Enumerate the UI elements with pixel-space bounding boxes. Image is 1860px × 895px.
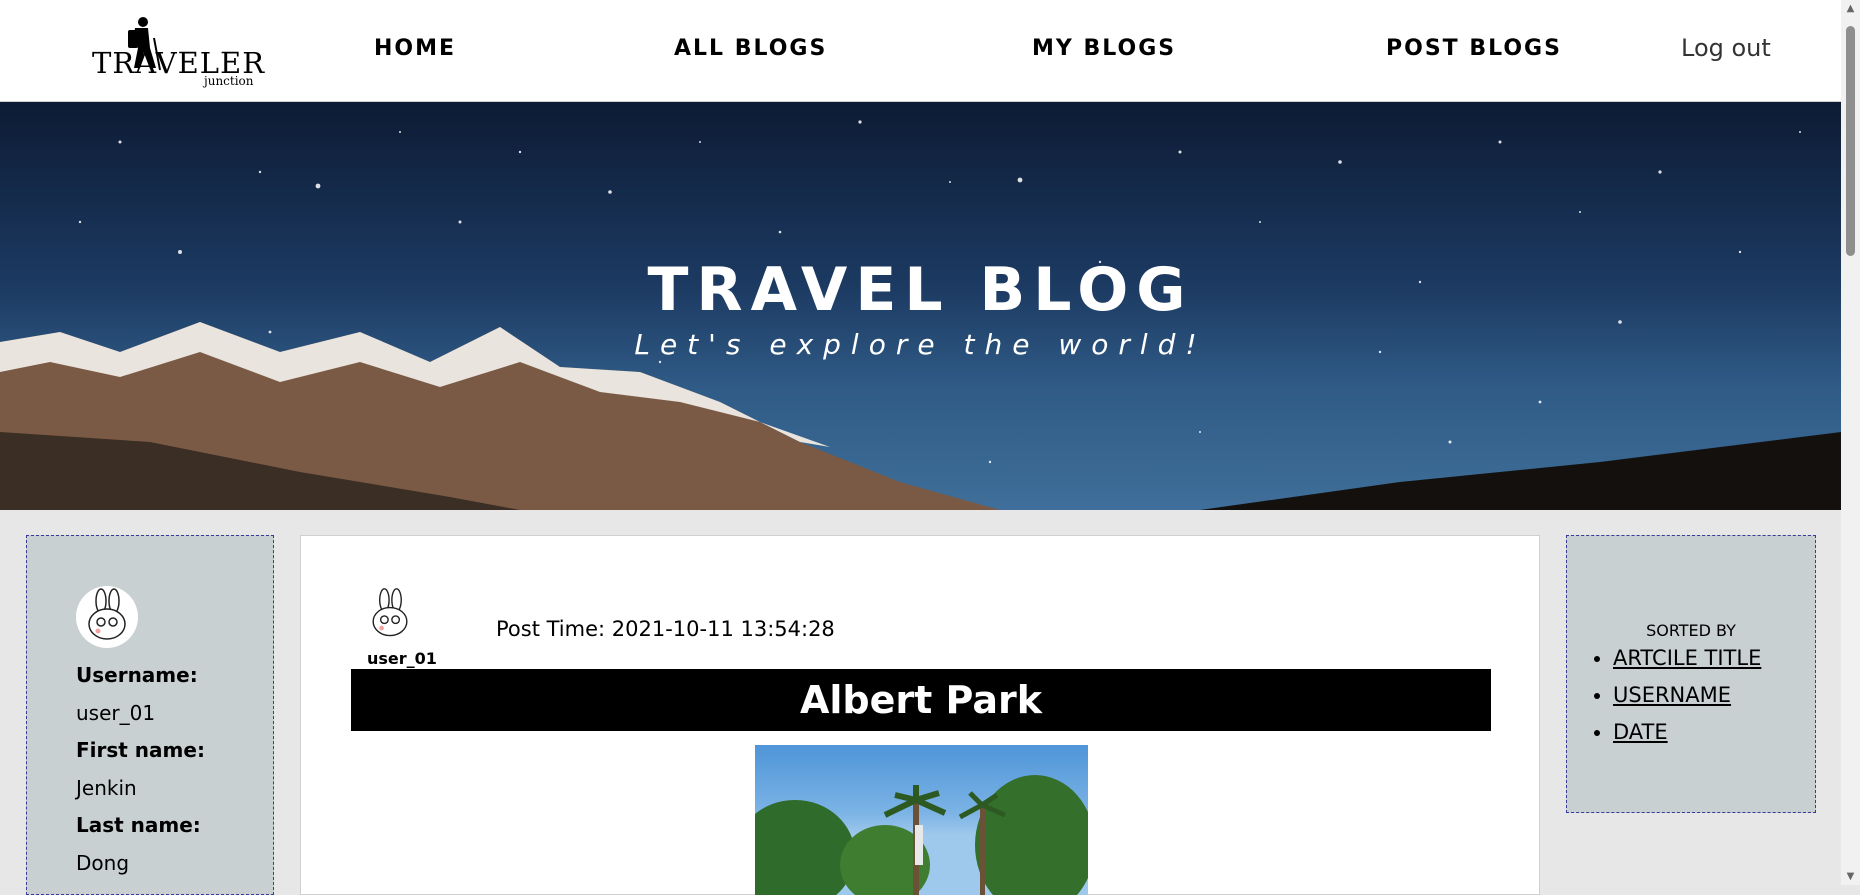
sort-option-username: USERNAME <box>1613 683 1761 707</box>
scroll-thumb[interactable] <box>1846 26 1855 256</box>
post-title[interactable]: Albert Park <box>351 669 1491 731</box>
nav-all-blogs[interactable]: ALL BLOGS <box>674 36 827 61</box>
username-value: user_01 <box>76 701 156 725</box>
top-navbar: TRAVELER junction HOME ALL BLOGS MY BLOG… <box>0 0 1841 102</box>
hero-banner: TRAVEL BLOG Let's explore the world! <box>0 102 1841 510</box>
bunny-avatar-icon <box>76 586 138 648</box>
logout-link[interactable]: Log out <box>1681 34 1771 62</box>
post-author[interactable]: user_01 <box>367 649 437 668</box>
sort-options-list: ARTCILE TITLE USERNAME DATE <box>1583 646 1761 757</box>
sort-panel: SORTED BY ARTCILE TITLE USERNAME DATE <box>1566 535 1816 813</box>
last-name-value: Dong <box>76 851 130 875</box>
sort-by-title-link[interactable]: ARTCILE TITLE <box>1613 646 1761 670</box>
post-image <box>755 745 1088 895</box>
sort-heading: SORTED BY <box>1646 621 1736 640</box>
username-label: Username: <box>76 663 198 687</box>
last-name-label: Last name: <box>76 813 201 837</box>
traveler-junction-logo[interactable]: TRAVELER junction <box>88 16 264 90</box>
scroll-up-arrow-icon[interactable]: ▲ <box>1841 0 1860 17</box>
first-name-value: Jenkin <box>76 776 137 800</box>
sort-option-date: DATE <box>1613 720 1761 744</box>
author-avatar-icon <box>361 586 419 644</box>
hero-subtitle: Let's explore the world! <box>634 328 1207 361</box>
hero-title: TRAVEL BLOG <box>647 255 1194 325</box>
page-scrollbar[interactable]: ▲ ▼ <box>1841 0 1860 885</box>
logo-subtext: junction <box>204 74 254 88</box>
blog-post-card: user_01 Post Time: 2021-10-11 13:54:28 A… <box>300 535 1540 895</box>
first-name-label: First name: <box>76 738 205 762</box>
sort-by-username-link[interactable]: USERNAME <box>1613 683 1731 707</box>
user-profile-panel: Username: user_01 First name: Jenkin Las… <box>26 535 274 895</box>
scroll-down-arrow-icon[interactable]: ▼ <box>1841 868 1860 885</box>
nav-home[interactable]: HOME <box>374 36 456 61</box>
post-time: Post Time: 2021-10-11 13:54:28 <box>496 617 835 641</box>
sort-by-date-link[interactable]: DATE <box>1613 720 1668 744</box>
nav-my-blogs[interactable]: MY BLOGS <box>1032 36 1176 61</box>
nav-post-blogs[interactable]: POST BLOGS <box>1386 36 1562 61</box>
sort-option-title: ARTCILE TITLE <box>1613 646 1761 670</box>
